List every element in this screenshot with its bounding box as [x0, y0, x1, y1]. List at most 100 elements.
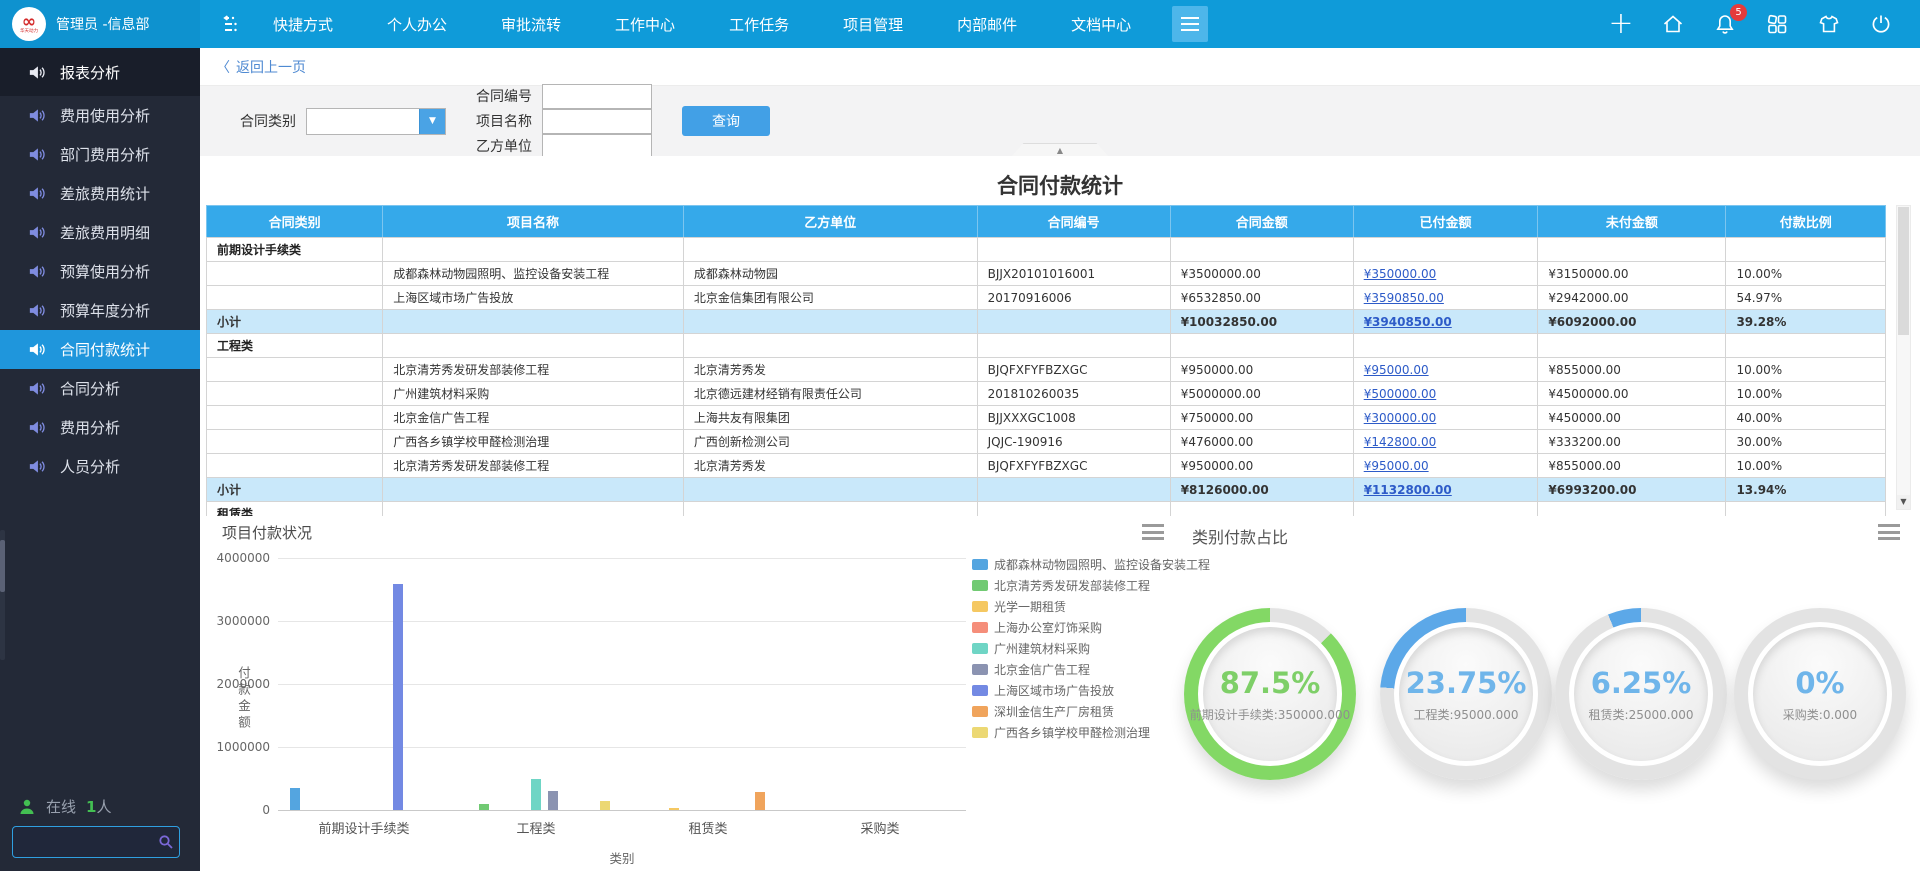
sidebar-item-预算年度分析[interactable]: 预算年度分析	[0, 291, 200, 330]
paid-amount-cell: ¥500000.00	[1352, 381, 1539, 406]
donut-label: 租赁类:25000.000	[1588, 707, 1694, 722]
bar-panel-menu-icon[interactable]	[1142, 524, 1164, 540]
bar-北京金信广告工程[interactable]	[548, 791, 559, 810]
legend-item[interactable]: 上海办公室灯饰采购	[972, 617, 1210, 638]
table-cell	[1352, 501, 1539, 516]
top-menu-item[interactable]: 快捷方式	[246, 0, 360, 48]
sidebar-item-label: 费用分析	[60, 419, 121, 437]
donut-panel-menu-icon[interactable]	[1878, 524, 1900, 540]
legend-item[interactable]: 成都森林动物园照明、监控设备安装工程	[972, 554, 1210, 575]
nav-toggle-icon[interactable]	[222, 14, 246, 34]
donut-工程类:95000.000[interactable]: 23.75% 工程类:95000.000	[1380, 608, 1552, 780]
power-icon[interactable]	[1868, 11, 1894, 37]
scrollbar-thumb[interactable]	[1898, 207, 1909, 335]
bar-上海区域市场广告投放[interactable]	[393, 583, 404, 810]
menu-more-button[interactable]	[1172, 6, 1209, 42]
table-scrollbar[interactable]: ▼	[1896, 205, 1911, 510]
paid-amount-link[interactable]: ¥95000.00	[1364, 459, 1429, 473]
paid-amount-link[interactable]: ¥95000.00	[1364, 363, 1429, 377]
bar-成都森林动物园照明、监控设备安装工程[interactable]	[290, 787, 301, 810]
bar-北京清芳秀发研发部装修工程[interactable]	[479, 804, 490, 810]
top-menu-item[interactable]: 项目管理	[816, 0, 930, 48]
paid-amount-link[interactable]: ¥3590850.00	[1364, 291, 1444, 305]
table-cell: 成都森林动物园	[682, 261, 978, 286]
column-header: 合同金额	[1169, 205, 1354, 238]
home-icon[interactable]	[1660, 11, 1686, 37]
sidebar-item-合同分析[interactable]: 合同分析	[0, 369, 200, 408]
filter-collapse-handle[interactable]: ▲	[1012, 143, 1108, 156]
filter-label: 合同编号	[476, 89, 532, 105]
top-menu-item[interactable]: 文档中心	[1044, 0, 1158, 48]
sidebar: 报表分析 费用使用分析 部门费用分析 差旅费用统计 差旅费用明细 预算使用分析 预算年度分析…	[0, 48, 200, 871]
bar-深圳金信生产厂房租赁[interactable]	[754, 791, 765, 810]
table-cell: BJQFXFYFBZXGC	[976, 453, 1171, 478]
table-cell	[1725, 333, 1886, 358]
bar-广西各乡镇学校甲醛检测治理[interactable]	[599, 801, 610, 810]
sidebar-search-input[interactable]	[13, 834, 153, 850]
table-cell: 成都森林动物园照明、监控设备安装工程	[382, 261, 684, 286]
sidebar-item-预算使用分析[interactable]: 预算使用分析	[0, 252, 200, 291]
table-cell: 小计	[205, 309, 384, 334]
sidebar-item-人员分析[interactable]: 人员分析	[0, 447, 200, 486]
sidebar-item-费用分析[interactable]: 费用分析	[0, 408, 200, 447]
legend-item[interactable]: 北京金信广告工程	[972, 659, 1210, 680]
legend-item[interactable]: 广州建筑材料采购	[972, 638, 1210, 659]
table-cell	[976, 237, 1171, 262]
top-menu-item[interactable]: 个人办公	[360, 0, 474, 48]
filter-input-合同编号[interactable]	[542, 83, 652, 109]
legend-item[interactable]: 深圳金信生产厂房租赁	[972, 701, 1210, 722]
column-header: 合同类别	[205, 205, 384, 238]
top-menu-item[interactable]: 审批流转	[474, 0, 588, 48]
paid-amount-link[interactable]: ¥350000.00	[1364, 267, 1437, 281]
donut-租赁类:25000.000[interactable]: 6.25% 租赁类:25000.000	[1555, 608, 1727, 780]
table-cell: 上海共友有限集团	[682, 405, 978, 430]
table-cell: 北京清芳秀发研发部装修工程	[382, 453, 684, 478]
donut-采购类:0.000[interactable]: 0% 采购类:0.000	[1734, 608, 1906, 780]
legend-item[interactable]: 光学一期租赁	[972, 596, 1210, 617]
theme-shirt-icon[interactable]	[1816, 11, 1842, 37]
sidebar-item-合同付款统计[interactable]: 合同付款统计	[0, 330, 200, 369]
charts-section: 项目付款状况 付款金额 0 1000000 2000000 3000000 400000…	[200, 516, 1920, 871]
sidebar-item-部门费用分析[interactable]: 部门费用分析	[0, 135, 200, 174]
donut-center: 0% 采购类:0.000	[1753, 627, 1887, 761]
donut-percent: 6.25%	[1590, 665, 1692, 700]
paid-amount-link[interactable]: ¥1132800.00	[1364, 483, 1452, 497]
filter-input-乙方单位[interactable]	[542, 133, 652, 159]
top-menu-item[interactable]: 工作中心	[588, 0, 702, 48]
paid-amount-link[interactable]: ¥3940850.00	[1364, 315, 1452, 329]
legend-item[interactable]: 广西各乡镇学校甲醛检测治理	[972, 722, 1210, 743]
y-axis-tick: 2000000	[216, 677, 270, 691]
bar-光学一期租赁[interactable]	[668, 808, 679, 810]
add-icon[interactable]: +	[1608, 9, 1634, 39]
paid-amount-link[interactable]: ¥142800.00	[1364, 435, 1437, 449]
apps-grid-icon[interactable]	[1764, 11, 1790, 37]
filter-input-项目名称[interactable]	[542, 108, 652, 134]
sidebar-item-差旅费用明细[interactable]: 差旅费用明细	[0, 213, 200, 252]
table-cell: ¥5000000.00	[1169, 381, 1354, 406]
back-link[interactable]: 〈 返回上一页	[216, 57, 306, 77]
legend-item[interactable]: 北京清芳秀发研发部装修工程	[972, 575, 1210, 596]
legend-item[interactable]: 上海区域市场广告投放	[972, 680, 1210, 701]
table-cell: 10.00%	[1725, 357, 1886, 382]
sidebar-item-费用使用分析[interactable]: 费用使用分析	[0, 96, 200, 135]
table-cell	[682, 501, 978, 516]
table-cell	[1537, 333, 1727, 358]
paid-amount-link[interactable]: ¥300000.00	[1364, 411, 1437, 425]
sidebar-item-报表分析[interactable]: 报表分析	[0, 48, 200, 96]
contract-category-select[interactable]: ▼	[306, 107, 446, 135]
table-cell: ¥950000.00	[1169, 357, 1354, 382]
search-icon[interactable]	[153, 834, 179, 850]
column-header: 未付金额	[1537, 205, 1727, 238]
sidebar-scrollbar[interactable]	[0, 530, 5, 660]
sidebar-item-差旅费用统计[interactable]: 差旅费用统计	[0, 174, 200, 213]
bar-广州建筑材料采购[interactable]	[531, 778, 541, 810]
bell-icon[interactable]: 5	[1712, 4, 1747, 37]
top-menu-item[interactable]: 工作任务	[702, 0, 816, 48]
paid-amount-link[interactable]: ¥500000.00	[1364, 387, 1437, 401]
table-cell: 北京金信广告工程	[382, 405, 684, 430]
top-menu-item[interactable]: 内部邮件	[930, 0, 1044, 48]
table-cell: ¥6993200.00	[1537, 477, 1727, 502]
search-button[interactable]: 查询	[682, 106, 770, 136]
scrollbar-down-icon[interactable]: ▼	[1897, 495, 1910, 509]
donut-前期设计手续类:350000.000[interactable]: 87.5% 前期设计手续类:350000.000	[1184, 608, 1356, 780]
